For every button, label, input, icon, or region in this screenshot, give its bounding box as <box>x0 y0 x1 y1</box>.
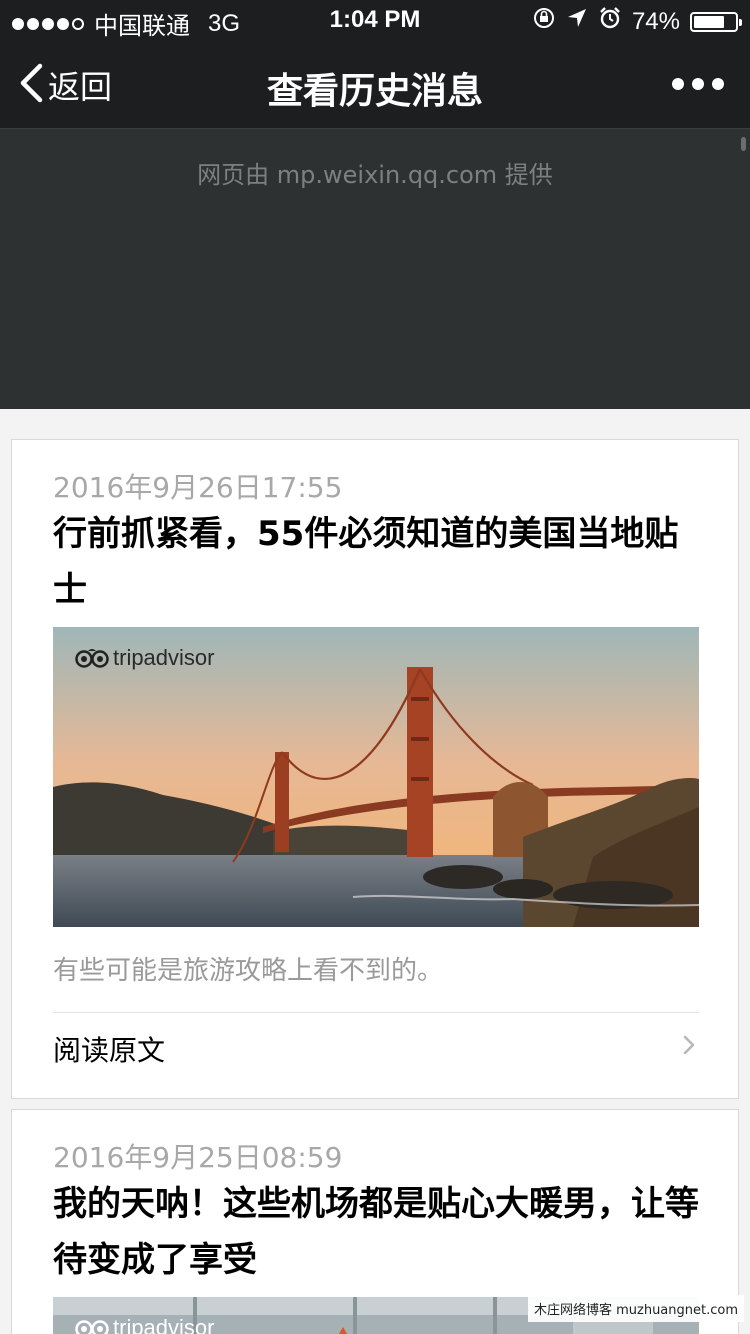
article-date: 2016年9月25日08:59 <box>53 1141 343 1174</box>
article-cover-image[interactable]: tripadvisor <box>53 627 699 927</box>
status-bar: 中国联通 3G 1:04 PM 74% <box>0 0 750 40</box>
more-dot-icon <box>672 78 684 90</box>
battery-percent: 74% <box>631 7 680 35</box>
navigation-bar: 返回 查看历史消息 <box>0 40 750 128</box>
read-original-label: 阅读原文 <box>53 1034 166 1067</box>
golden-gate-bridge-image <box>53 627 699 927</box>
provider-text: 网页由 mp.weixin.qq.com 提供 <box>197 161 553 189</box>
battery-fill <box>694 15 724 28</box>
tripadvisor-logo: tripadvisor <box>75 1315 214 1334</box>
rotation-lock-icon <box>532 6 556 37</box>
message-history-list[interactable]: 2016年9月26日17:55 行前抓紧看，55件必须知道的美国当地贴士 tri… <box>0 409 750 1334</box>
battery-icon <box>690 11 742 32</box>
owl-eyes-icon <box>75 1320 109 1334</box>
article-title[interactable]: 行前抓紧看，55件必须知道的美国当地贴士 <box>53 506 703 618</box>
back-button[interactable]: 返回 <box>18 62 112 108</box>
more-dot-icon <box>692 78 704 90</box>
brand-name: tripadvisor <box>113 1315 215 1334</box>
location-arrow-icon <box>566 7 588 36</box>
provider-area: 网页由 mp.weixin.qq.com 提供 <box>0 128 750 409</box>
article-summary: 有些可能是旅游攻略上看不到的。 <box>53 956 444 986</box>
owl-eyes-icon <box>75 649 109 668</box>
brand-name: tripadvisor <box>113 645 215 670</box>
back-label: 返回 <box>48 68 113 106</box>
watermark: 木庄网络博客 muzhuangnet.com <box>527 1295 744 1322</box>
alarm-icon <box>598 6 622 37</box>
chevron-left-icon <box>18 63 44 107</box>
scroll-indicator <box>741 137 746 151</box>
page-title: 查看历史消息 <box>266 71 483 112</box>
article-date: 2016年9月26日17:55 <box>53 471 343 504</box>
article-title[interactable]: 我的天呐！这些机场都是贴心大暖男，让等待变成了享受 <box>53 1176 703 1288</box>
chevron-right-icon <box>683 1035 695 1059</box>
article-card[interactable]: 2016年9月26日17:55 行前抓紧看，55件必须知道的美国当地贴士 tri… <box>11 439 739 1099</box>
read-original-link[interactable]: 阅读原文 <box>53 1013 699 1083</box>
more-options-button[interactable] <box>672 78 724 90</box>
more-dot-icon <box>712 78 724 90</box>
tripadvisor-logo: tripadvisor <box>75 645 214 671</box>
status-right: 74% <box>532 6 742 37</box>
